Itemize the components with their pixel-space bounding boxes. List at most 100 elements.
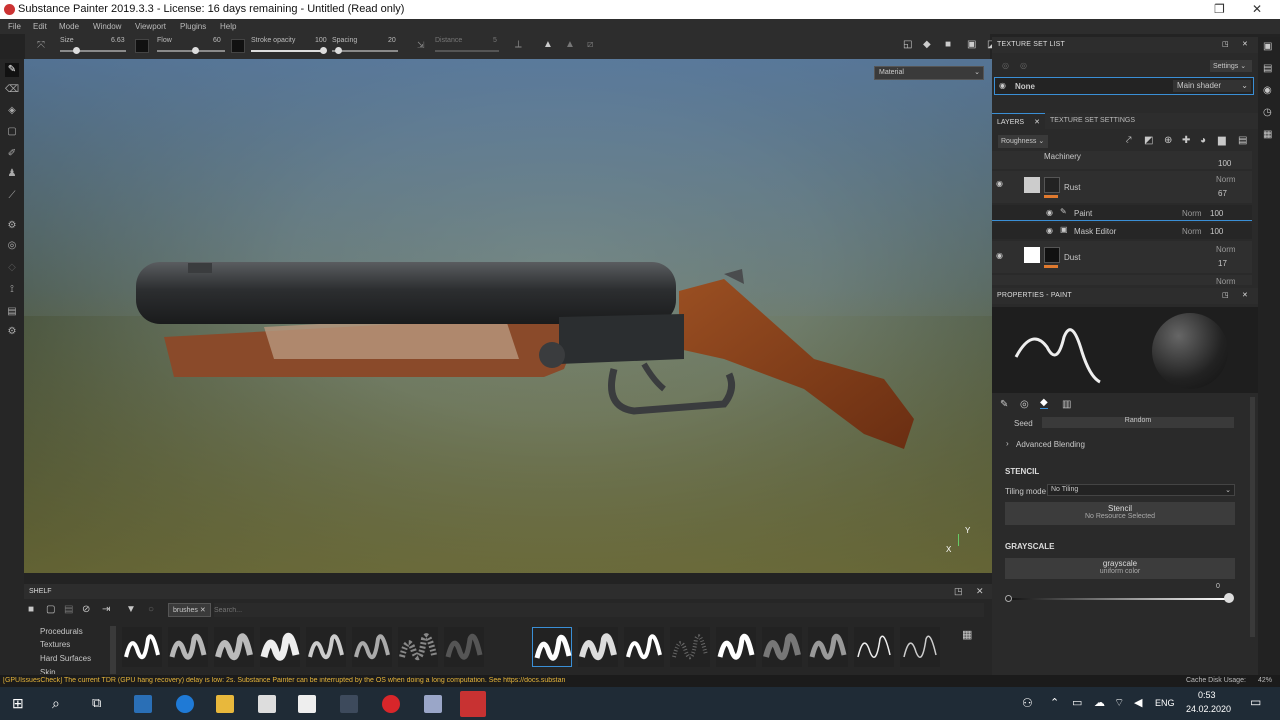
flow-slider[interactable] [157, 50, 225, 52]
texture-set-list-icon[interactable]: ▣ [1263, 41, 1272, 52]
float-icon[interactable]: ◳ [1222, 40, 1229, 48]
layer-mask-thumb[interactable] [1024, 247, 1040, 263]
brush-thumb[interactable] [900, 627, 940, 667]
layer-row-dust[interactable]: ◉ Dust Norm 17 [992, 241, 1252, 273]
task-view-icon[interactable]: ⧉ [92, 695, 101, 711]
shelf-scrollbar[interactable] [110, 626, 116, 674]
clock-time[interactable]: 0:53 [1198, 690, 1216, 700]
layer-blend[interactable]: Norm [1182, 209, 1202, 218]
layer-row-rust[interactable]: ◉ Rust Norm 67 [992, 171, 1252, 203]
3d-viewport[interactable]: Material ⌄ Y X [24, 59, 992, 573]
brush-thumb[interactable] [578, 627, 618, 667]
stroke-opacity-knob[interactable] [320, 47, 327, 54]
app-icon[interactable] [340, 695, 358, 713]
menu-help[interactable]: Help [220, 22, 236, 31]
mirror-alt-icon[interactable]: ▲ [565, 39, 575, 50]
color-picker-icon[interactable]: ⟋ [5, 189, 19, 203]
menu-edit[interactable]: Edit [33, 22, 47, 31]
layer-row[interactable]: Machinery 100 [992, 151, 1252, 169]
layer-blend[interactable]: Norm [1216, 277, 1236, 285]
opera-icon[interactable] [382, 695, 400, 713]
layer-opacity[interactable]: 100 [1210, 227, 1223, 236]
projection-icon[interactable]: ◈ [5, 104, 19, 118]
brush-thumb[interactable] [444, 627, 484, 667]
chevron-right-icon[interactable]: › [1006, 439, 1009, 448]
link-icon[interactable]: ◎ [1020, 61, 1027, 70]
seed-field[interactable]: Random [1042, 417, 1234, 428]
edge-icon[interactable] [176, 695, 194, 713]
search-icon[interactable]: ⌕ [52, 695, 60, 712]
brush-thumb[interactable] [762, 627, 802, 667]
eye-icon[interactable]: ◉ [1046, 208, 1053, 217]
eraser-icon[interactable]: ⌫ [5, 83, 19, 97]
viewport-2d-icon[interactable]: ◱ [903, 39, 912, 50]
layer-opacity[interactable]: 17 [1218, 259, 1227, 268]
tsl-settings-button[interactable]: Settings ⌄ [1210, 60, 1252, 72]
folder-icon[interactable]: ■ [28, 604, 34, 615]
close-icon[interactable]: ✕ [1242, 291, 1248, 299]
paint-brush-icon[interactable]: ✎ [5, 63, 19, 77]
brush-thumb[interactable] [670, 627, 710, 667]
alpha-tab-icon[interactable]: ◎ [1020, 399, 1029, 410]
menu-plugins[interactable]: Plugins [180, 22, 206, 31]
bake-icon[interactable]: ⚙ [5, 219, 19, 233]
layers-icon[interactable]: ▤ [1263, 63, 1272, 74]
add-fill-layer-icon[interactable]: ⊕ [1164, 135, 1172, 146]
close-icon[interactable]: ✕ [1242, 40, 1248, 48]
tab-layers[interactable]: LAYERS ✕ [992, 113, 1045, 130]
align-icon[interactable]: ⟂ [515, 39, 522, 50]
layer-row-mask-editor[interactable]: ◉ ▣ Mask Editor Norm 100 [992, 223, 1252, 239]
stencil-tab-icon[interactable]: ▥ [1062, 399, 1071, 410]
size-slider-knob[interactable] [73, 47, 80, 54]
history-icon[interactable]: ◷ [1263, 107, 1272, 118]
python-icon[interactable]: ⟟ [5, 283, 19, 297]
close-panel-icon[interactable]: ✕ [976, 586, 984, 597]
tab-texture-set-settings[interactable]: TEXTURE SET SETTINGS [1050, 117, 1135, 124]
brush-thumb[interactable] [808, 627, 848, 667]
category-skin[interactable]: Skin [40, 668, 56, 674]
grid-view-icon[interactable]: ▦ [962, 628, 972, 641]
new-item-icon[interactable]: ▢ [46, 604, 55, 615]
app-icon[interactable] [134, 695, 152, 713]
keyboard-language[interactable]: ENG [1155, 698, 1175, 708]
texture-set-row[interactable]: ◉ None Main shader ⌄ [994, 77, 1254, 95]
add-mask-icon[interactable]: ◩ [1144, 135, 1153, 146]
category-procedurals[interactable]: Procedurals [40, 627, 83, 636]
layer-opacity[interactable]: 100 [1218, 159, 1231, 168]
brush-thumb[interactable] [168, 627, 208, 667]
eye-icon[interactable]: ◉ [996, 179, 1003, 188]
viewport-3d-icon[interactable]: ◆ [923, 39, 931, 50]
grayscale-slider-knob[interactable] [1224, 593, 1234, 603]
mirror-icon[interactable]: ▲ [543, 39, 553, 50]
geometry-icon[interactable]: ◎ [5, 239, 19, 253]
material-tab-icon[interactable]: ◆ [1040, 397, 1048, 409]
import-icon[interactable]: ▤ [64, 604, 73, 615]
polygon-fill-icon[interactable]: ▢ [5, 125, 19, 139]
add-paint-layer-icon[interactable]: ✚ [1182, 135, 1190, 146]
menu-viewport[interactable]: Viewport [135, 22, 166, 31]
smudge-icon[interactable]: ✐ [5, 147, 19, 161]
brush-thumb[interactable] [260, 627, 300, 667]
shelf-search-input[interactable] [214, 603, 984, 617]
layer-mask-thumb[interactable] [1024, 177, 1040, 193]
menu-window[interactable]: Window [93, 22, 121, 31]
material-icon[interactable]: ◇ [5, 261, 19, 275]
camera-icon[interactable]: ■ [945, 39, 951, 50]
hide-icon[interactable]: ⊘ [82, 604, 90, 615]
channel-select[interactable]: Roughness ⌄ [998, 135, 1048, 148]
layer-row[interactable]: Norm [992, 275, 1252, 285]
windows-start-icon[interactable]: ⊞ [12, 695, 24, 712]
mail-icon[interactable] [298, 695, 316, 713]
brush-thumb[interactable] [352, 627, 392, 667]
mirror-axis-icon[interactable]: ⧄ [587, 39, 593, 50]
menu-mode[interactable]: Mode [59, 22, 79, 31]
advanced-blending-label[interactable]: Advanced Blending [1016, 440, 1085, 449]
stroke-opacity-slider[interactable] [251, 50, 325, 52]
display-icon[interactable]: ▦ [1263, 129, 1272, 140]
grayscale-slider[interactable] [1008, 598, 1226, 600]
close-tab-icon[interactable]: ✕ [1034, 119, 1040, 126]
export-shelf-icon[interactable]: ⇥ [102, 604, 110, 615]
filter-tag[interactable]: brushes ✕ [168, 603, 211, 617]
visibility-icon[interactable]: ◎ [1002, 61, 1009, 70]
settings-icon[interactable]: ⚙ [5, 325, 19, 339]
